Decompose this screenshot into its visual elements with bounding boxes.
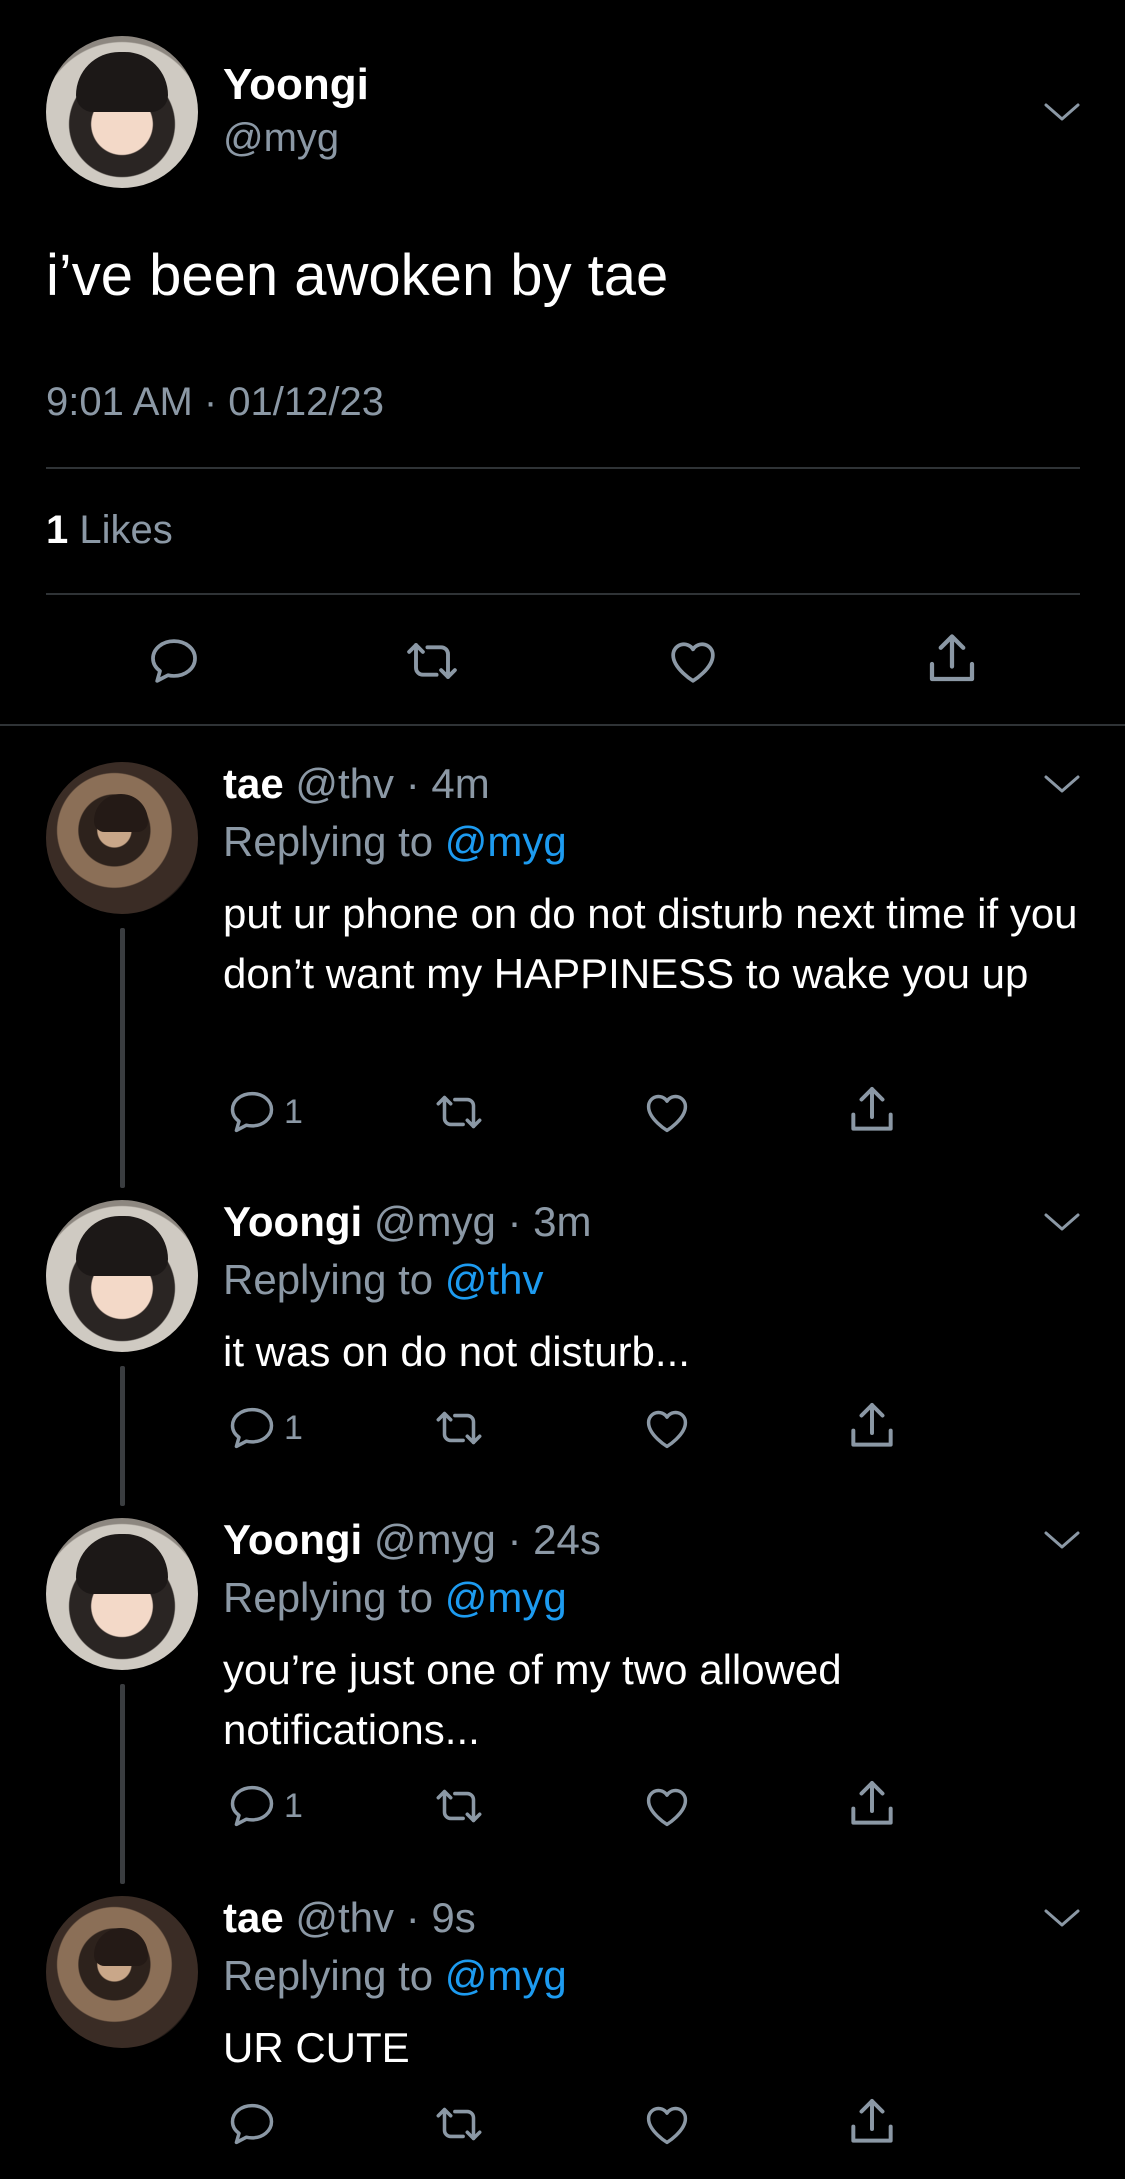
- avatar[interactable]: [46, 762, 198, 914]
- like-icon: [646, 1410, 688, 1449]
- author-name[interactable]: tae: [223, 760, 284, 807]
- replying-to: Replying to @myg: [223, 818, 567, 865]
- chevron-down-icon[interactable]: [1042, 100, 1082, 124]
- share-button[interactable]: [844, 1082, 900, 1138]
- reply-icon: [230, 2103, 274, 2145]
- retweet-button[interactable]: [430, 2098, 488, 2150]
- replying-to: Replying to @myg: [223, 1574, 567, 1621]
- like-button[interactable]: [640, 1086, 694, 1138]
- tweet-text: UR CUTE: [223, 2024, 410, 2071]
- author-handle[interactable]: @thv: [295, 760, 394, 807]
- share-button[interactable]: [844, 1398, 900, 1454]
- share-icon: [851, 1781, 893, 1825]
- retweet-icon: [436, 2107, 482, 2141]
- reply-icon: [151, 639, 197, 683]
- author-name[interactable]: Yoongi: [223, 60, 369, 110]
- tweet-time[interactable]: 4m: [431, 760, 489, 807]
- reply-count: 1: [284, 1786, 303, 1825]
- tweet-text: put ur phone on do not disturb next time…: [223, 890, 1078, 997]
- thread-line: [120, 928, 125, 1188]
- tweet-text: it was on do not disturb...: [223, 1328, 690, 1375]
- author-handle[interactable]: @thv: [295, 1894, 394, 1941]
- share-icon: [929, 634, 975, 682]
- tweet-text: i’ve been awoken by tae: [46, 243, 669, 308]
- chevron-down-icon[interactable]: [1042, 1210, 1082, 1234]
- like-button[interactable]: [640, 2098, 694, 2150]
- like-button[interactable]: [640, 1780, 694, 1832]
- share-icon: [851, 1403, 893, 1447]
- mention-link[interactable]: @myg: [445, 1952, 567, 1999]
- retweet-button[interactable]: [400, 633, 464, 689]
- avatar[interactable]: [46, 1200, 198, 1352]
- like-button[interactable]: [664, 633, 722, 689]
- mention-link[interactable]: @thv: [445, 1256, 544, 1303]
- thread-line: [120, 1684, 125, 1884]
- author-name[interactable]: Yoongi: [223, 1198, 362, 1245]
- reply-header: Yoongi @myg · 3m: [223, 1198, 592, 1245]
- tweet-time[interactable]: 9s: [431, 1894, 475, 1941]
- divider: [46, 593, 1080, 595]
- reply-count: 1: [284, 1092, 303, 1131]
- like-icon: [646, 1094, 688, 1133]
- share-button[interactable]: [844, 2094, 900, 2150]
- share-button[interactable]: [844, 1776, 900, 1832]
- author-name[interactable]: tae: [223, 1894, 284, 1941]
- chevron-down-icon[interactable]: [1042, 1528, 1082, 1552]
- tweet-time[interactable]: 24s: [533, 1516, 601, 1563]
- reply-button[interactable]: 1: [226, 1780, 303, 1832]
- reply-icon: [230, 1785, 274, 1827]
- author-handle[interactable]: @myg: [374, 1516, 496, 1563]
- reply-button[interactable]: 1: [226, 1086, 303, 1138]
- like-button[interactable]: [640, 1402, 694, 1454]
- thread-line: [120, 1366, 125, 1506]
- reply-header: tae @thv · 4m: [223, 760, 490, 807]
- author-name[interactable]: Yoongi: [223, 1516, 362, 1563]
- share-icon: [851, 1087, 893, 1131]
- replying-to: Replying to @myg: [223, 1952, 567, 1999]
- share-icon: [851, 2099, 893, 2143]
- avatar[interactable]: [46, 1518, 198, 1670]
- retweet-button[interactable]: [430, 1086, 488, 1138]
- tweet-time[interactable]: 3m: [533, 1198, 591, 1245]
- retweet-icon: [436, 1095, 482, 1129]
- mention-link[interactable]: @myg: [445, 1574, 567, 1621]
- chevron-down-icon[interactable]: [1042, 772, 1082, 796]
- retweet-button[interactable]: [430, 1402, 488, 1454]
- share-button[interactable]: [922, 629, 982, 689]
- reply-button[interactable]: [226, 2098, 284, 2150]
- reply-button[interactable]: [146, 633, 202, 689]
- retweet-icon: [407, 643, 457, 679]
- avatar[interactable]: [46, 1896, 198, 2048]
- reply-header: tae @thv · 9s: [223, 1894, 476, 1941]
- tweet-timestamp[interactable]: 9:01 AM · 01/12/23: [46, 380, 384, 425]
- chevron-down-icon[interactable]: [1042, 1906, 1082, 1930]
- divider: [46, 467, 1080, 469]
- likes-count[interactable]: 1 Likes: [46, 508, 173, 553]
- reply-header: Yoongi @myg · 24s: [223, 1516, 601, 1563]
- reply-count: 1: [284, 1408, 303, 1447]
- replying-to: Replying to @thv: [223, 1256, 544, 1303]
- retweet-button[interactable]: [430, 1780, 488, 1832]
- section-divider: [0, 724, 1125, 726]
- avatar[interactable]: [46, 36, 198, 188]
- author-handle[interactable]: @myg: [223, 116, 339, 161]
- like-icon: [646, 1788, 688, 1827]
- like-icon: [646, 2106, 688, 2145]
- reply-icon: [230, 1407, 274, 1449]
- tweet-text: you’re just one of my two allowed notifi…: [223, 1646, 842, 1753]
- reply-button[interactable]: 1: [226, 1402, 303, 1454]
- reply-icon: [230, 1091, 274, 1133]
- retweet-icon: [436, 1789, 482, 1823]
- like-icon: [671, 642, 715, 683]
- mention-link[interactable]: @myg: [445, 818, 567, 865]
- author-handle[interactable]: @myg: [374, 1198, 496, 1245]
- retweet-icon: [436, 1411, 482, 1445]
